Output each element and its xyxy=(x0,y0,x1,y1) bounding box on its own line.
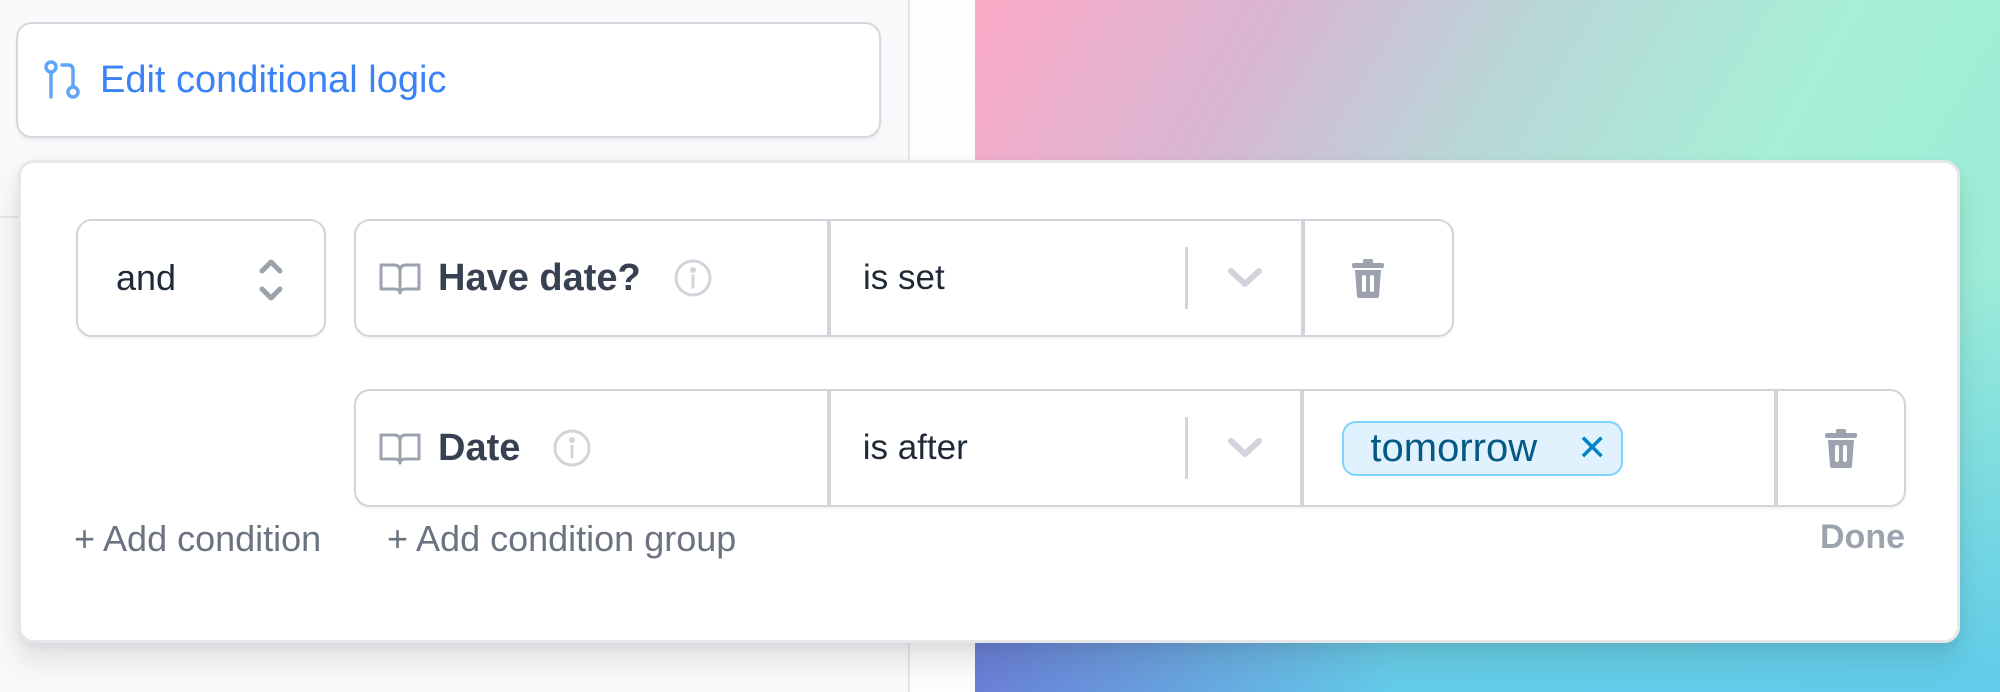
delete-condition-button[interactable] xyxy=(1774,391,1904,505)
chevron-down-icon xyxy=(1228,268,1262,287)
select-separator xyxy=(1184,417,1188,479)
condition-row: Date is after tomorrow ✕ xyxy=(354,389,1906,507)
close-icon[interactable]: ✕ xyxy=(1577,430,1607,466)
done-button[interactable]: Done xyxy=(1820,518,1905,557)
add-condition-group-button[interactable]: + Add condition group xyxy=(387,518,736,560)
condition-field-select[interactable]: Date xyxy=(356,391,827,505)
condition-operator-select[interactable]: is after xyxy=(826,391,1301,505)
trash-icon xyxy=(1352,259,1384,298)
chevron-up-down-icon xyxy=(259,259,283,301)
conditional-logic-panel: and Have date? is set Date is after tomo… xyxy=(18,160,1960,643)
condition-operator-value: is set xyxy=(863,258,945,297)
select-separator xyxy=(1185,247,1188,309)
condition-value-input[interactable]: tomorrow ✕ xyxy=(1300,391,1774,505)
add-condition-button[interactable]: + Add condition xyxy=(74,518,321,560)
delete-condition-button[interactable] xyxy=(1301,221,1431,335)
value-tag: tomorrow ✕ xyxy=(1342,420,1624,476)
condition-operator-select[interactable]: is set xyxy=(827,221,1301,335)
edit-conditional-logic-button[interactable]: Edit conditional logic xyxy=(16,22,881,138)
book-open-icon xyxy=(379,433,421,465)
condition-field-name: Date xyxy=(438,426,521,469)
condition-operator-value: is after xyxy=(862,428,968,467)
info-circle-icon[interactable] xyxy=(673,258,713,298)
edit-conditional-logic-label: Edit conditional logic xyxy=(100,58,447,101)
git-branch-icon xyxy=(42,59,82,101)
condition-field-name: Have date? xyxy=(438,256,641,299)
combinator-select[interactable]: and xyxy=(76,219,326,337)
chevron-down-icon xyxy=(1227,438,1262,457)
combinator-value: and xyxy=(116,257,177,298)
condition-field-select[interactable]: Have date? xyxy=(356,221,827,335)
condition-row: Have date? is set xyxy=(354,219,1454,337)
info-circle-icon[interactable] xyxy=(552,428,592,468)
value-tag-label: tomorrow xyxy=(1370,425,1538,470)
trash-icon xyxy=(1825,429,1858,468)
book-open-icon xyxy=(379,263,421,295)
